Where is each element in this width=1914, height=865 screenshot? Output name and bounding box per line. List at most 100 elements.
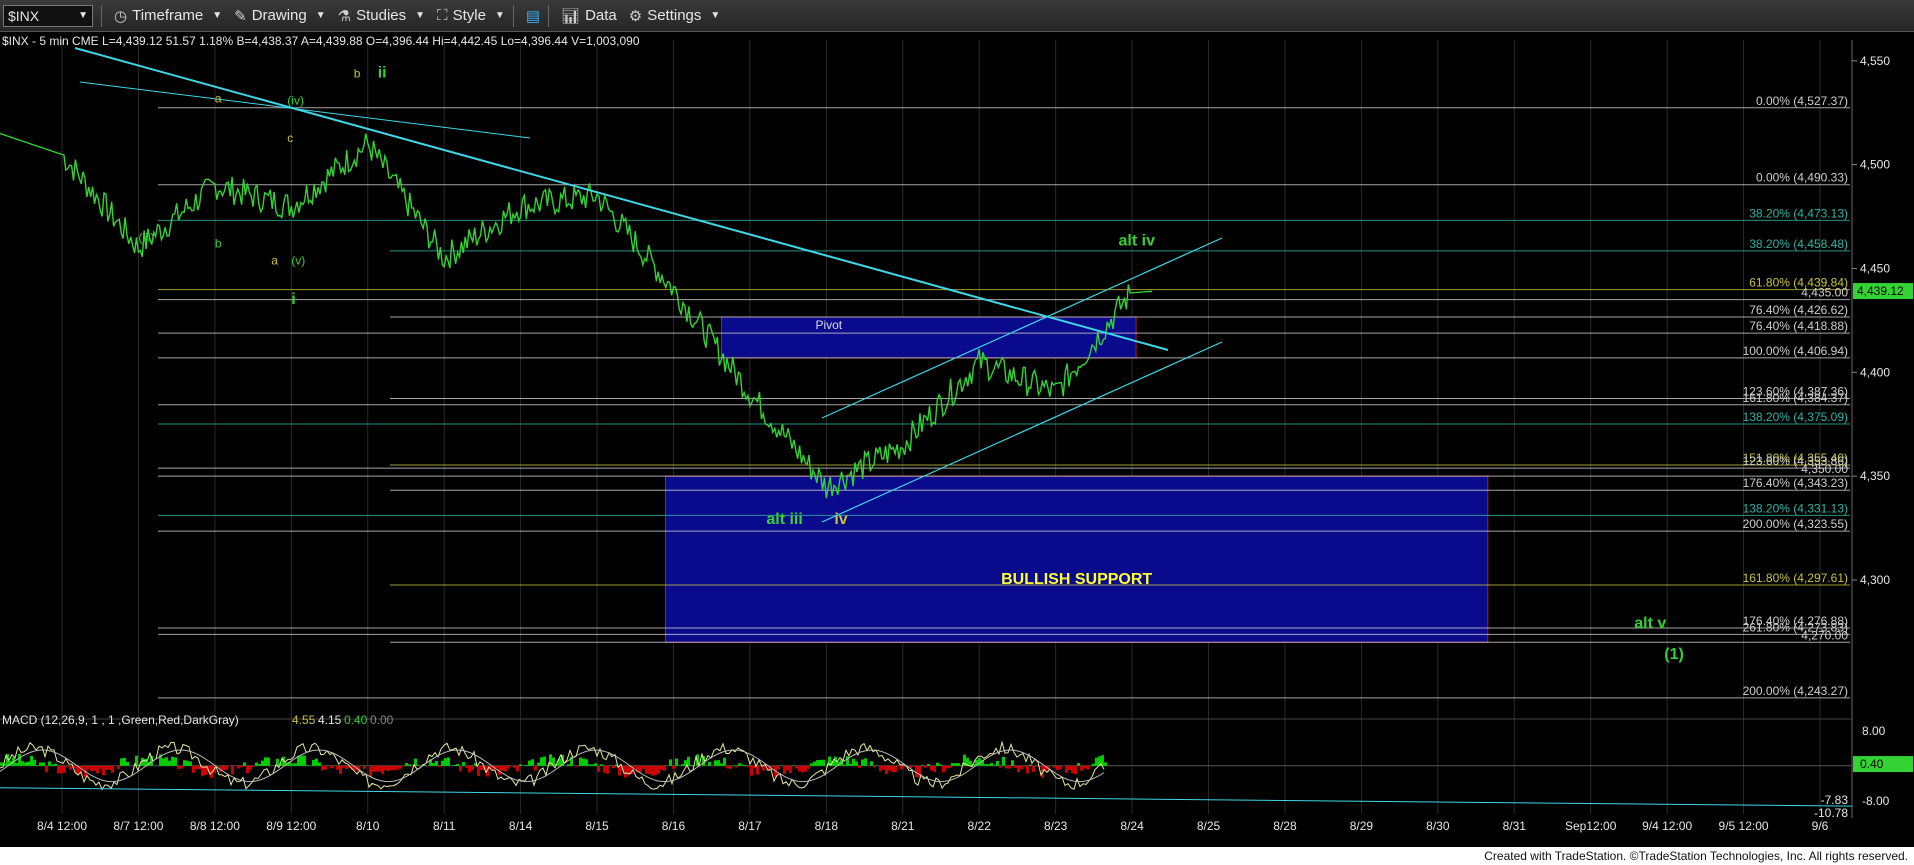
macd-histogram-bar [720,763,723,766]
chevron-down-icon[interactable]: ▼ [78,10,88,21]
wave-label: b [215,237,222,251]
wave-label: b [354,66,361,80]
macd-histogram-bar [87,765,90,769]
macd-histogram-bar [453,764,456,766]
gear-icon: ⚙ [628,7,643,25]
macd-histogram-bar [1092,763,1095,766]
price-chart[interactable]: BULLISH SUPPORT Pivot 0.00% (4,527.37) 0.00… [0,0,1914,847]
copyright-footer: Created with TradeStation. ©TradeStation… [1484,849,1908,863]
last-price-label: 4,439.12 [1857,284,1904,298]
time-axis-label: 8/14 [509,819,533,833]
price-axis-label: 4,400 [1860,365,1890,379]
macd-histogram-bar [864,758,867,766]
macd-histogram-bar [21,761,24,766]
fib-level-label: 76.40% (4,418.88) [1749,319,1848,333]
macd-histogram-bar [267,757,270,766]
macd-histogram-bar [168,760,171,766]
macd-histogram-bar [387,765,390,771]
macd-histogram-bar [603,765,606,773]
macd-histogram-bar [945,765,948,769]
settings-menu[interactable]: ⚙ Settings ▼ [629,7,721,25]
price-axis-label: 4,350 [1860,469,1890,483]
macd-histogram-bar [639,765,642,773]
macd-histogram-bar [54,763,57,766]
macd-histogram-bar [933,765,936,773]
macd-histogram-bar [246,765,249,774]
macd-histogram-bar [816,760,819,766]
macd-histogram-bar [183,760,186,766]
timeframe-menu[interactable]: ◷ Timeframe ▼ [114,7,222,25]
macd-histogram-bar [24,762,27,766]
macd-histogram-bar [1014,765,1017,768]
macd-readout: 0.40 [344,713,368,727]
macd-histogram-bar [591,764,594,766]
macd-histogram-bar [57,765,60,774]
macd-histogram-bar [1017,765,1020,773]
macd-histogram-bar [861,759,864,766]
macd-histogram-bar [942,765,945,773]
style-icon: ⛶ [437,7,448,24]
macd-histogram-bar [660,765,663,770]
macd-histogram-bar [381,765,384,774]
macd-histogram-bar [255,762,258,766]
macd-histogram-bar [438,765,441,768]
macd-histogram-bar [717,760,720,766]
macd-axis-label: 8.00 [1862,724,1886,738]
time-axis-label: 8/17 [738,819,762,833]
macd-histogram-bar [321,765,324,771]
macd-histogram-bar [189,761,192,766]
macd-histogram-bar [681,764,684,766]
time-axis-label: 8/28 [1273,819,1297,833]
macd-histogram-bar [900,765,903,770]
macd-histogram-bar [222,765,225,771]
macd-histogram-bar [534,765,537,771]
macd-readout: 0.00 [370,713,394,727]
style-menu[interactable]: ⛶ Style ▼ [437,7,505,24]
symbol-box[interactable]: $INX ▼ [3,4,93,27]
macd-histogram-bar [378,765,381,772]
fib-level-label: 200.00% (4,323.55) [1743,517,1848,531]
macd-histogram-bar [729,765,732,769]
macd-histogram-bar [441,760,444,766]
macd-histogram-bar [723,757,726,766]
macd-histogram-bar [399,765,402,769]
time-axis-label: 8/25 [1197,819,1221,833]
macd-readout: 4.55 [292,713,316,727]
macd-histogram-bar [435,760,438,766]
macd-histogram-bar [576,765,579,767]
macd-axis-label: -8.00 [1862,794,1890,808]
macd-histogram-bar [330,765,333,769]
data-menu[interactable]: 📊︎ Data [561,7,617,25]
macd-histogram-bar [1032,765,1035,772]
price-axis-label: 4,550 [1860,54,1890,68]
drawing-menu[interactable]: ✎ Drawing ▼ [234,7,326,25]
macd-histogram-bar [312,759,315,766]
macd-histogram-bar [810,763,813,766]
fib-level-label: 138.20% (4,375.09) [1743,410,1848,424]
macd-histogram-bar [654,765,657,776]
drawing-label: Drawing [251,7,307,24]
fib-level-label: 176.40% (4,343.23) [1743,476,1848,490]
macd-histogram-bar [258,763,261,766]
macd-histogram-bar [324,765,327,770]
layout-button[interactable]: ▤ [526,7,540,25]
macd-histogram-bar [990,763,993,766]
macd-histogram-bar [531,759,534,766]
macd-histogram-bar [903,765,906,768]
quote-info-line: $INX - 5 min CME L=4,439.12 51.57 1.18% … [2,34,640,48]
macd-histogram-bar [648,765,651,775]
studies-menu[interactable]: ⚗ Studies ▼ [338,7,425,25]
macd-histogram-bar [606,765,609,774]
macd-histogram-bar [873,765,876,768]
macd-histogram-bar [177,765,180,770]
chevron-down-icon: ▼ [494,10,505,21]
macd-histogram-bar [663,765,666,771]
macd-histogram-bar [180,765,183,769]
macd-histogram-bar [1056,765,1059,771]
macd-histogram-bar [144,758,147,766]
macd-histogram-bar [927,763,930,766]
pencil-icon: ✎ [234,7,247,25]
macd-histogram-bar [504,765,507,772]
fib-level-label: 138.20% (4,331.13) [1743,501,1848,515]
macd-histogram-bar [291,763,294,766]
